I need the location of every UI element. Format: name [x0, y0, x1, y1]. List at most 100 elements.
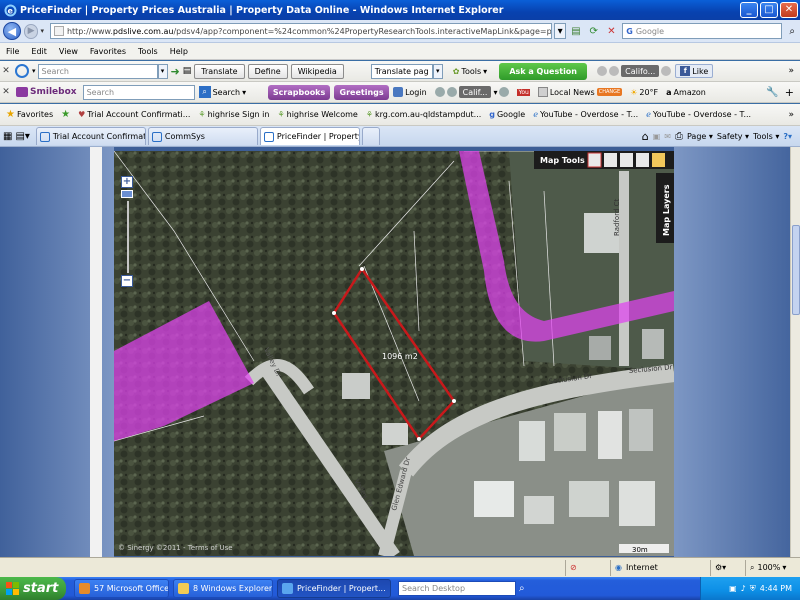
desktop-search-icon[interactable]: ⌕: [519, 583, 525, 594]
zoom-map-icon[interactable]: [604, 153, 617, 167]
local-news-button[interactable]: Local News CHANGE: [534, 87, 626, 97]
status-zoom[interactable]: ⌕ 100% ▾: [745, 559, 800, 576]
pan-hand-map-icon[interactable]: [652, 153, 665, 167]
toolbar-options-icon[interactable]: ▤: [183, 66, 192, 76]
google-search-field[interactable]: G Google: [622, 23, 783, 39]
stop-icon[interactable]: ✕: [604, 23, 620, 39]
quick-tabs-icon[interactable]: ▦: [3, 131, 12, 142]
smilebox-radio-player[interactable]: Calif... ▾: [431, 86, 514, 98]
smilebox-logo[interactable]: Smilebox: [12, 87, 81, 97]
tools-menu[interactable]: Tools ▾: [753, 132, 779, 141]
favorites-button[interactable]: ★ Favorites: [2, 109, 57, 120]
radio-player[interactable]: Califo...: [593, 65, 675, 77]
page-menu[interactable]: Page ▾: [687, 132, 713, 141]
tab-trial-account[interactable]: Trial Account Confirmation | ...: [35, 127, 146, 145]
tab-commsys[interactable]: CommSys: [147, 127, 258, 145]
favorite-highrise-signin[interactable]: ⚘ highrise Sign in: [194, 110, 273, 119]
home-icon[interactable]: ⌂: [642, 130, 649, 143]
map-canvas[interactable]: 1096 m2 Seclusion Dr Seclusion Dr Radfor…: [114, 151, 674, 556]
favorite-highrise-welcome[interactable]: ⚘ highrise Welcome: [273, 110, 361, 119]
zoom-out-button[interactable]: −: [121, 275, 133, 287]
feeds-icon[interactable]: ▣: [653, 132, 661, 141]
facebook-like-button[interactable]: f Like: [675, 64, 714, 78]
define-button[interactable]: Define: [247, 63, 288, 79]
wrench-icon[interactable]: 🔧: [766, 87, 778, 98]
status-zone[interactable]: ◉ Internet: [610, 559, 710, 576]
status-privacy[interactable]: ⊘: [565, 559, 610, 576]
toolbar-search-input[interactable]: Search: [37, 63, 158, 79]
scrollbar-thumb[interactable]: [792, 225, 800, 315]
menu-tools[interactable]: Tools: [132, 47, 164, 56]
translate-button[interactable]: Translate: [194, 63, 245, 79]
new-tab-button[interactable]: [361, 127, 380, 145]
help-icon[interactable]: ?▾: [783, 132, 792, 141]
zoom-slider-handle[interactable]: [121, 190, 133, 198]
scrapbooks-button[interactable]: Scrapbooks: [268, 84, 331, 100]
address-dropdown-icon[interactable]: ▾: [554, 23, 567, 39]
menu-favorites[interactable]: Favorites: [84, 47, 132, 56]
add-favorite-icon[interactable]: ★: [61, 109, 70, 120]
favorite-youtube-2[interactable]: ℯ YouTube - Overdose - T...: [642, 110, 755, 119]
greetings-button[interactable]: Greetings: [334, 84, 390, 100]
compatibility-icon[interactable]: ▤: [568, 23, 584, 39]
wikipedia-button[interactable]: Wikipedia: [290, 63, 344, 79]
history-dropdown-icon[interactable]: ▾: [40, 27, 44, 35]
add-toolbar-icon[interactable]: +: [785, 86, 794, 99]
maximize-button[interactable]: □: [760, 2, 778, 18]
back-button[interactable]: ◀: [3, 22, 21, 40]
delete-map-icon[interactable]: [636, 153, 649, 167]
menu-view[interactable]: View: [53, 47, 84, 56]
favorite-google[interactable]: g Google: [485, 110, 529, 119]
translate-select-arrow-icon[interactable]: ▾: [432, 63, 443, 79]
ask-question-button[interactable]: Ask a Question: [499, 62, 588, 80]
zoom-in-button[interactable]: +: [121, 176, 133, 188]
go-arrow-icon[interactable]: ➜: [171, 65, 180, 78]
forward-button[interactable]: ▶: [23, 23, 39, 39]
print-map-icon[interactable]: [620, 153, 633, 167]
youtube-button[interactable]: You: [513, 88, 533, 96]
zoom-slider-track[interactable]: [127, 201, 129, 273]
translate-page-select[interactable]: Translate pag: [370, 63, 433, 79]
boundary-vertex-3: [417, 437, 421, 441]
close-toolbar-icon[interactable]: ✕: [0, 66, 12, 76]
login-button[interactable]: Login: [389, 87, 431, 97]
amazon-button[interactable]: a Amazon: [662, 88, 710, 97]
close-smilebox-toolbar-icon[interactable]: ✕: [0, 87, 12, 97]
toolbar-logo-dropdown-icon[interactable]: ▾: [32, 67, 36, 75]
tools-gear-button[interactable]: ✿ Tools ▾: [449, 67, 491, 76]
mail-icon[interactable]: ✉: [664, 132, 671, 141]
refresh-icon[interactable]: ⟳: [586, 23, 602, 39]
address-field[interactable]: http://www. pdslive.com.au/pdsv4/app?comp…: [49, 23, 553, 39]
favorite-youtube-1[interactable]: ℯ YouTube - Overdose - T...: [529, 110, 642, 119]
favorite-krg[interactable]: ⚘ krg.com.au-qldstampdut...: [362, 110, 485, 119]
tray-volume-icon[interactable]: ♪: [741, 584, 746, 593]
taskbar-office[interactable]: 57 Microsoft Office ...: [74, 579, 169, 598]
vertical-scrollbar[interactable]: [790, 147, 800, 557]
start-button[interactable]: start: [0, 577, 66, 600]
toolbar-chevron-icon[interactable]: »: [788, 66, 794, 76]
search-icon[interactable]: ⌕: [784, 23, 800, 39]
smilebox-search-button[interactable]: ⌕ Search ▾: [195, 86, 251, 98]
taskbar-explorer[interactable]: 8 Windows Explorer: [173, 579, 273, 598]
menu-edit[interactable]: Edit: [25, 47, 53, 56]
weather-button[interactable]: ☀ 20°F: [626, 88, 662, 97]
smilebox-search-input[interactable]: Search: [82, 84, 195, 100]
tab-pricefinder[interactable]: PriceFinder | Property Pri... ✕: [259, 127, 360, 145]
favorite-trial-account[interactable]: ♥ Trial Account Confirmati...: [74, 110, 194, 119]
menu-file[interactable]: File: [0, 47, 25, 56]
tab-list-icon[interactable]: ▤▾: [15, 131, 29, 142]
minimize-button[interactable]: _: [740, 2, 758, 18]
status-protected-mode[interactable]: ⚙▾: [710, 559, 745, 576]
taskbar-pricefinder[interactable]: PriceFinder | Propert...: [277, 579, 391, 598]
desktop-search-input[interactable]: Search Desktop: [398, 581, 516, 596]
menu-help[interactable]: Help: [164, 47, 194, 56]
tray-network-icon[interactable]: ▣: [729, 584, 737, 593]
aerial-map[interactable]: 1096 m2 Seclusion Dr Seclusion Dr Radfor…: [114, 151, 674, 556]
close-window-button[interactable]: ✕: [780, 2, 798, 18]
print-icon[interactable]: ⎙: [675, 131, 683, 142]
favorites-chevron-icon[interactable]: »: [788, 110, 794, 120]
toolbar-search-dropdown-icon[interactable]: ▾: [157, 63, 168, 79]
safety-menu[interactable]: Safety ▾: [717, 132, 749, 141]
tray-security-icon[interactable]: ⛨: [750, 584, 756, 594]
home-map-icon[interactable]: [587, 152, 602, 168]
